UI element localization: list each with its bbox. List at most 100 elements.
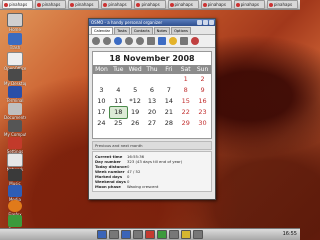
previous-month-icon[interactable] [103, 37, 111, 45]
calendar-day[interactable]: 7 [160, 85, 177, 96]
calendar-empty-cell [144, 74, 161, 85]
calendar-day[interactable]: 26 [127, 118, 144, 129]
tab-contacts[interactable]: Contacts [130, 27, 153, 34]
taskbar-item[interactable]: pinahaps [200, 0, 232, 9]
taskbar-item[interactable]: pinahaps [2, 0, 34, 9]
calendar-day[interactable]: 14 [160, 96, 177, 107]
mail-icon[interactable] [145, 230, 155, 239]
weekday-label: Thu [146, 66, 158, 73]
calendar-day[interactable]: 25 [110, 118, 127, 129]
calendar-day[interactable]: 15 [177, 96, 194, 107]
calendar-day[interactable]: 2 [194, 74, 211, 85]
desktop-icon-documents[interactable]: Documents [4, 103, 26, 120]
info-icon[interactable] [169, 37, 177, 45]
calendar-day[interactable]: *12 [127, 96, 144, 107]
calendar-day[interactable]: 10 [93, 96, 110, 107]
previous-year-icon[interactable] [92, 37, 100, 45]
desktop-icon-terminal[interactable]: Terminal [4, 86, 26, 103]
calendar-day[interactable]: 16 [194, 96, 211, 107]
games-icon [8, 215, 22, 227]
tab-tasks[interactable]: Tasks [114, 27, 130, 34]
desktop-icon-my-desktop[interactable]: My Desktop [4, 69, 26, 86]
calendar-day[interactable]: 5 [127, 85, 144, 96]
info-row-key: Moon phase [95, 184, 121, 189]
info-section-header[interactable]: Previous and next month [92, 141, 212, 150]
workspace-icon[interactable] [193, 230, 203, 239]
taskbar-item[interactable]: pinahaps [35, 0, 67, 9]
calendar-day[interactable]: 3 [93, 85, 110, 96]
window-titlebar[interactable]: OSMO - a handy personal organizer [89, 19, 215, 26]
calendar-day[interactable]: 4 [110, 85, 127, 96]
app-icon [136, 2, 141, 7]
tab-notes[interactable]: Notes [153, 27, 171, 34]
files-icon[interactable] [109, 230, 119, 239]
taskbar-item[interactable]: pinahaps [167, 0, 199, 9]
desktop-icon-label: Trash [9, 45, 21, 50]
browser-icon[interactable] [121, 230, 131, 239]
chat-icon[interactable] [157, 230, 167, 239]
calendar-day[interactable]: 27 [144, 118, 161, 129]
music-icon [8, 169, 22, 181]
calendar-day[interactable]: 29 [177, 118, 194, 129]
quit-icon[interactable] [191, 37, 199, 45]
calendar-day[interactable]: 30 [194, 118, 211, 129]
taskbar-item-label: pinahaps [207, 2, 226, 7]
calendar-empty-cell [160, 74, 177, 85]
terminal-icon[interactable] [133, 230, 143, 239]
tab-calendar[interactable]: Calendar [91, 27, 114, 34]
taskbar-item-label: pinahaps [108, 2, 127, 7]
calendar-empty-cell [110, 74, 127, 85]
calendar-day[interactable]: 9 [194, 85, 211, 96]
menu-icon[interactable] [97, 230, 107, 239]
note-icon[interactable] [158, 37, 166, 45]
calendar-day[interactable]: 17 [93, 107, 110, 118]
calendar-day[interactable]: 21 [160, 107, 177, 118]
calendar-day[interactable]: 20 [144, 107, 161, 118]
taskbar-item-label: pinahaps [240, 2, 260, 7]
taskbar-item[interactable]: pinahaps [68, 0, 100, 9]
calendar-day[interactable]: 1 [177, 74, 194, 85]
maximize-icon[interactable] [203, 20, 208, 25]
document-icon [7, 52, 23, 66]
taskbar-item[interactable]: pinahaps [134, 0, 166, 9]
desktop-icon-my-computer[interactable]: My Computer [4, 120, 26, 137]
minimize-icon[interactable] [197, 20, 202, 25]
calendar-day[interactable]: 6 [144, 85, 161, 96]
desktop-icon-trash[interactable]: Trash [4, 33, 26, 50]
jump-to-date-icon[interactable] [147, 37, 155, 45]
clock: 16:55 [282, 231, 297, 237]
next-year-icon[interactable] [136, 37, 144, 45]
desktop-icon-home[interactable]: Home [4, 13, 26, 32]
desktop-icon-music[interactable]: Music [4, 169, 26, 186]
tab-options[interactable]: Options [171, 27, 191, 34]
app-icon [37, 2, 42, 7]
trash-icon [8, 33, 22, 45]
weekday-label: Tue [113, 66, 124, 73]
print-icon[interactable] [180, 37, 188, 45]
calendar-day[interactable]: 23 [194, 107, 211, 118]
weekday-label: Fri [165, 66, 173, 73]
taskbar-item[interactable]: pinahaps [266, 0, 298, 9]
monitor-icon [8, 69, 22, 81]
desktop-icon-settings[interactable]: Settings [4, 137, 26, 154]
close-icon[interactable] [209, 20, 214, 25]
taskbar-item-label: pinahaps [141, 2, 160, 7]
notes-icon[interactable] [181, 230, 191, 239]
settings-icon[interactable] [169, 230, 179, 239]
calendar-day[interactable]: 19 [127, 107, 144, 118]
weekday-label: Wed [128, 66, 142, 73]
today-icon[interactable] [114, 37, 122, 45]
calendar-day[interactable]: 11 [110, 96, 127, 107]
home-icon [7, 13, 23, 27]
calendar-day[interactable]: 13 [144, 96, 161, 107]
calendar-day[interactable]: 18 [108, 106, 128, 119]
calendar-day[interactable]: 28 [160, 118, 177, 129]
next-month-icon[interactable] [125, 37, 133, 45]
taskbar-item[interactable]: pinahaps [101, 0, 133, 9]
calendar-day[interactable]: 8 [177, 85, 194, 96]
app-icon [103, 2, 108, 7]
gear-icon [8, 137, 22, 149]
taskbar-item[interactable]: pinahaps [233, 0, 265, 9]
calendar-day[interactable]: 24 [93, 118, 110, 129]
calendar-day[interactable]: 22 [177, 107, 194, 118]
